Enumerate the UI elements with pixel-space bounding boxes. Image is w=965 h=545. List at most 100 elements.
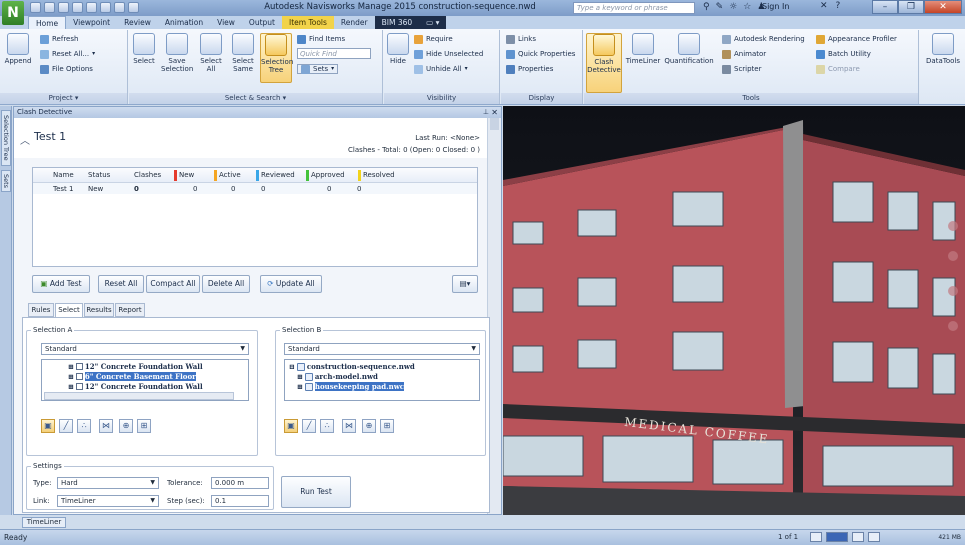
close-icon[interactable]: ✕ <box>491 107 498 118</box>
autodesk-rendering-button[interactable]: Autodesk Rendering <box>722 34 805 44</box>
pin-icon[interactable]: ⊥ <box>483 107 489 118</box>
scroll-thumb[interactable] <box>490 118 499 130</box>
column-header[interactable]: Reviewed <box>253 169 303 181</box>
self-intersect-icon[interactable]: ⋈ <box>342 419 356 433</box>
tree-item[interactable]: ⊞ arch-model.nwd <box>297 372 378 381</box>
run-test-button[interactable]: Run Test <box>281 476 351 508</box>
tab-bim360[interactable]: BIM 360 <box>374 16 420 29</box>
tab-rules[interactable]: Rules <box>28 303 54 317</box>
tab-overflow[interactable]: ▭ ▾ <box>419 16 447 29</box>
scripter-button[interactable]: Scripter <box>722 64 762 74</box>
tree-item[interactable]: ⊞ housekeeping pad.nwc <box>297 382 404 391</box>
subscription-icon[interactable]: ✎ <box>716 2 724 12</box>
points-toggle-icon[interactable]: ∴ <box>320 419 334 433</box>
save-selection-button[interactable]: Save Selection <box>161 33 193 73</box>
horizontal-scrollbar[interactable] <box>44 392 234 400</box>
quick-properties-button[interactable]: Quick Properties <box>506 49 575 59</box>
column-header[interactable]: Status <box>85 171 131 179</box>
tab-report[interactable]: Report <box>115 303 145 317</box>
chevron-up-icon[interactable]: ︿ <box>20 132 30 147</box>
clash-detective-button[interactable]: Clash Detective <box>586 33 622 93</box>
column-header[interactable]: Active <box>211 169 253 181</box>
column-header[interactable]: Name <box>33 171 85 179</box>
use-current-selection-icon[interactable]: ⊕ <box>362 419 376 433</box>
self-intersect-icon[interactable]: ⋈ <box>99 419 113 433</box>
hide-unselected-button[interactable]: Hide Unselected <box>414 49 483 59</box>
project-panel-label[interactable]: Project ▾ <box>0 93 127 104</box>
file-options-button[interactable]: File Options <box>40 64 93 74</box>
lines-toggle-icon[interactable]: ╱ <box>59 419 73 433</box>
comm-center-icon[interactable]: ☼ <box>729 2 737 12</box>
append-button[interactable]: Append <box>3 33 33 65</box>
quantification-button[interactable]: Quantification <box>664 33 714 65</box>
column-header[interactable]: Clashes <box>131 171 171 179</box>
open-icon[interactable] <box>44 2 55 13</box>
timeliner-button[interactable]: TimeLiner <box>625 33 661 65</box>
column-header[interactable]: Resolved <box>355 169 405 181</box>
tab-render[interactable]: Render <box>334 16 375 29</box>
selection-tree-button[interactable]: Selection Tree <box>260 33 293 83</box>
select-same-button[interactable]: Select Same <box>228 33 258 73</box>
properties-button[interactable]: Properties <box>506 64 553 74</box>
select-icon[interactable] <box>128 2 139 13</box>
reset-all-button[interactable]: Reset All... ▾ <box>40 49 95 59</box>
links-button[interactable]: Links <box>506 34 536 44</box>
3d-viewport[interactable]: MEDICAL COFFEE <box>503 106 965 515</box>
step-input[interactable]: 0.1 <box>211 495 269 507</box>
sign-in-link[interactable]: Sign In <box>762 2 789 11</box>
update-all-button[interactable]: ⟳ Update All <box>260 275 322 293</box>
refresh-button[interactable]: Refresh <box>40 34 78 44</box>
select-search-panel-label[interactable]: Select & Search ▾ <box>129 93 382 104</box>
select-in-scene-icon[interactable]: ⊞ <box>380 419 394 433</box>
table-row[interactable]: Test 1 New 0 0 0 0 0 0 <box>33 183 477 194</box>
timeliner-docked-tab[interactable]: TimeLiner <box>22 517 66 528</box>
tab-select[interactable]: Select <box>55 303 83 318</box>
compare-button[interactable]: Compare <box>816 64 860 74</box>
print-icon[interactable] <box>72 2 83 13</box>
checkbox[interactable] <box>75 373 83 380</box>
quick-find-input[interactable]: Quick Find <box>297 48 371 59</box>
application-menu-button[interactable]: N <box>2 1 24 25</box>
surfaces-toggle-icon[interactable]: ▣ <box>41 419 55 433</box>
selection-a-dropdown[interactable]: Standard ▼ <box>41 343 249 355</box>
tab-item-tools[interactable]: Item Tools <box>281 16 334 29</box>
help-icon[interactable]: ? <box>836 1 841 11</box>
checkbox[interactable] <box>75 383 83 390</box>
undo-icon[interactable] <box>86 2 97 13</box>
sets-dropdown[interactable]: Sets ▾ <box>297 64 339 74</box>
tree-item[interactable]: ⊞ 12" Concrete Foundation Wall <box>68 362 203 371</box>
batch-utility-button[interactable]: Batch Utility <box>816 49 871 59</box>
new-icon[interactable] <box>30 2 41 13</box>
side-tab-sets[interactable]: Sets <box>1 170 11 192</box>
sheet-browser-icon[interactable] <box>810 532 822 542</box>
tab-view[interactable]: View <box>210 16 242 29</box>
surfaces-toggle-icon[interactable]: ▣ <box>284 419 298 433</box>
tab-output[interactable]: Output <box>242 16 282 29</box>
tab-review[interactable]: Review <box>117 16 158 29</box>
tab-viewpoint[interactable]: Viewpoint <box>66 16 117 29</box>
save-icon[interactable] <box>58 2 69 13</box>
animator-button[interactable]: Animator <box>722 49 766 59</box>
minimize-button[interactable]: – <box>872 0 898 14</box>
exchange-icon[interactable]: ✕ <box>820 1 828 11</box>
refresh-icon[interactable] <box>114 2 125 13</box>
datatools-button[interactable]: DataTools <box>923 33 963 65</box>
appearance-profiler-button[interactable]: Appearance Profiler <box>816 34 897 44</box>
checkbox[interactable] <box>75 363 83 370</box>
hide-button[interactable]: Hide <box>386 33 410 65</box>
type-dropdown[interactable]: Hard ▼ <box>57 477 159 489</box>
redo-icon[interactable] <box>100 2 111 13</box>
selection-b-dropdown[interactable]: Standard ▼ <box>284 343 480 355</box>
add-test-button[interactable]: ▣ Add Test <box>32 275 90 293</box>
select-in-scene-icon[interactable]: ⊞ <box>137 419 151 433</box>
link-dropdown[interactable]: TimeLiner ▼ <box>57 495 159 507</box>
reset-all-tests-button[interactable]: Reset All <box>98 275 144 293</box>
tree-item[interactable]: ⊟ construction-sequence.nwd <box>289 362 415 371</box>
use-current-selection-icon[interactable]: ⊕ <box>119 419 133 433</box>
tab-results[interactable]: Results <box>84 303 114 317</box>
binoculars-icon[interactable]: ⚲ <box>703 2 710 12</box>
unhide-all-button[interactable]: Unhide All ▾ <box>414 64 468 74</box>
help-search-input[interactable]: Type a keyword or phrase <box>573 2 695 14</box>
close-button[interactable]: ✕ <box>924 0 962 14</box>
lines-toggle-icon[interactable]: ╱ <box>302 419 316 433</box>
